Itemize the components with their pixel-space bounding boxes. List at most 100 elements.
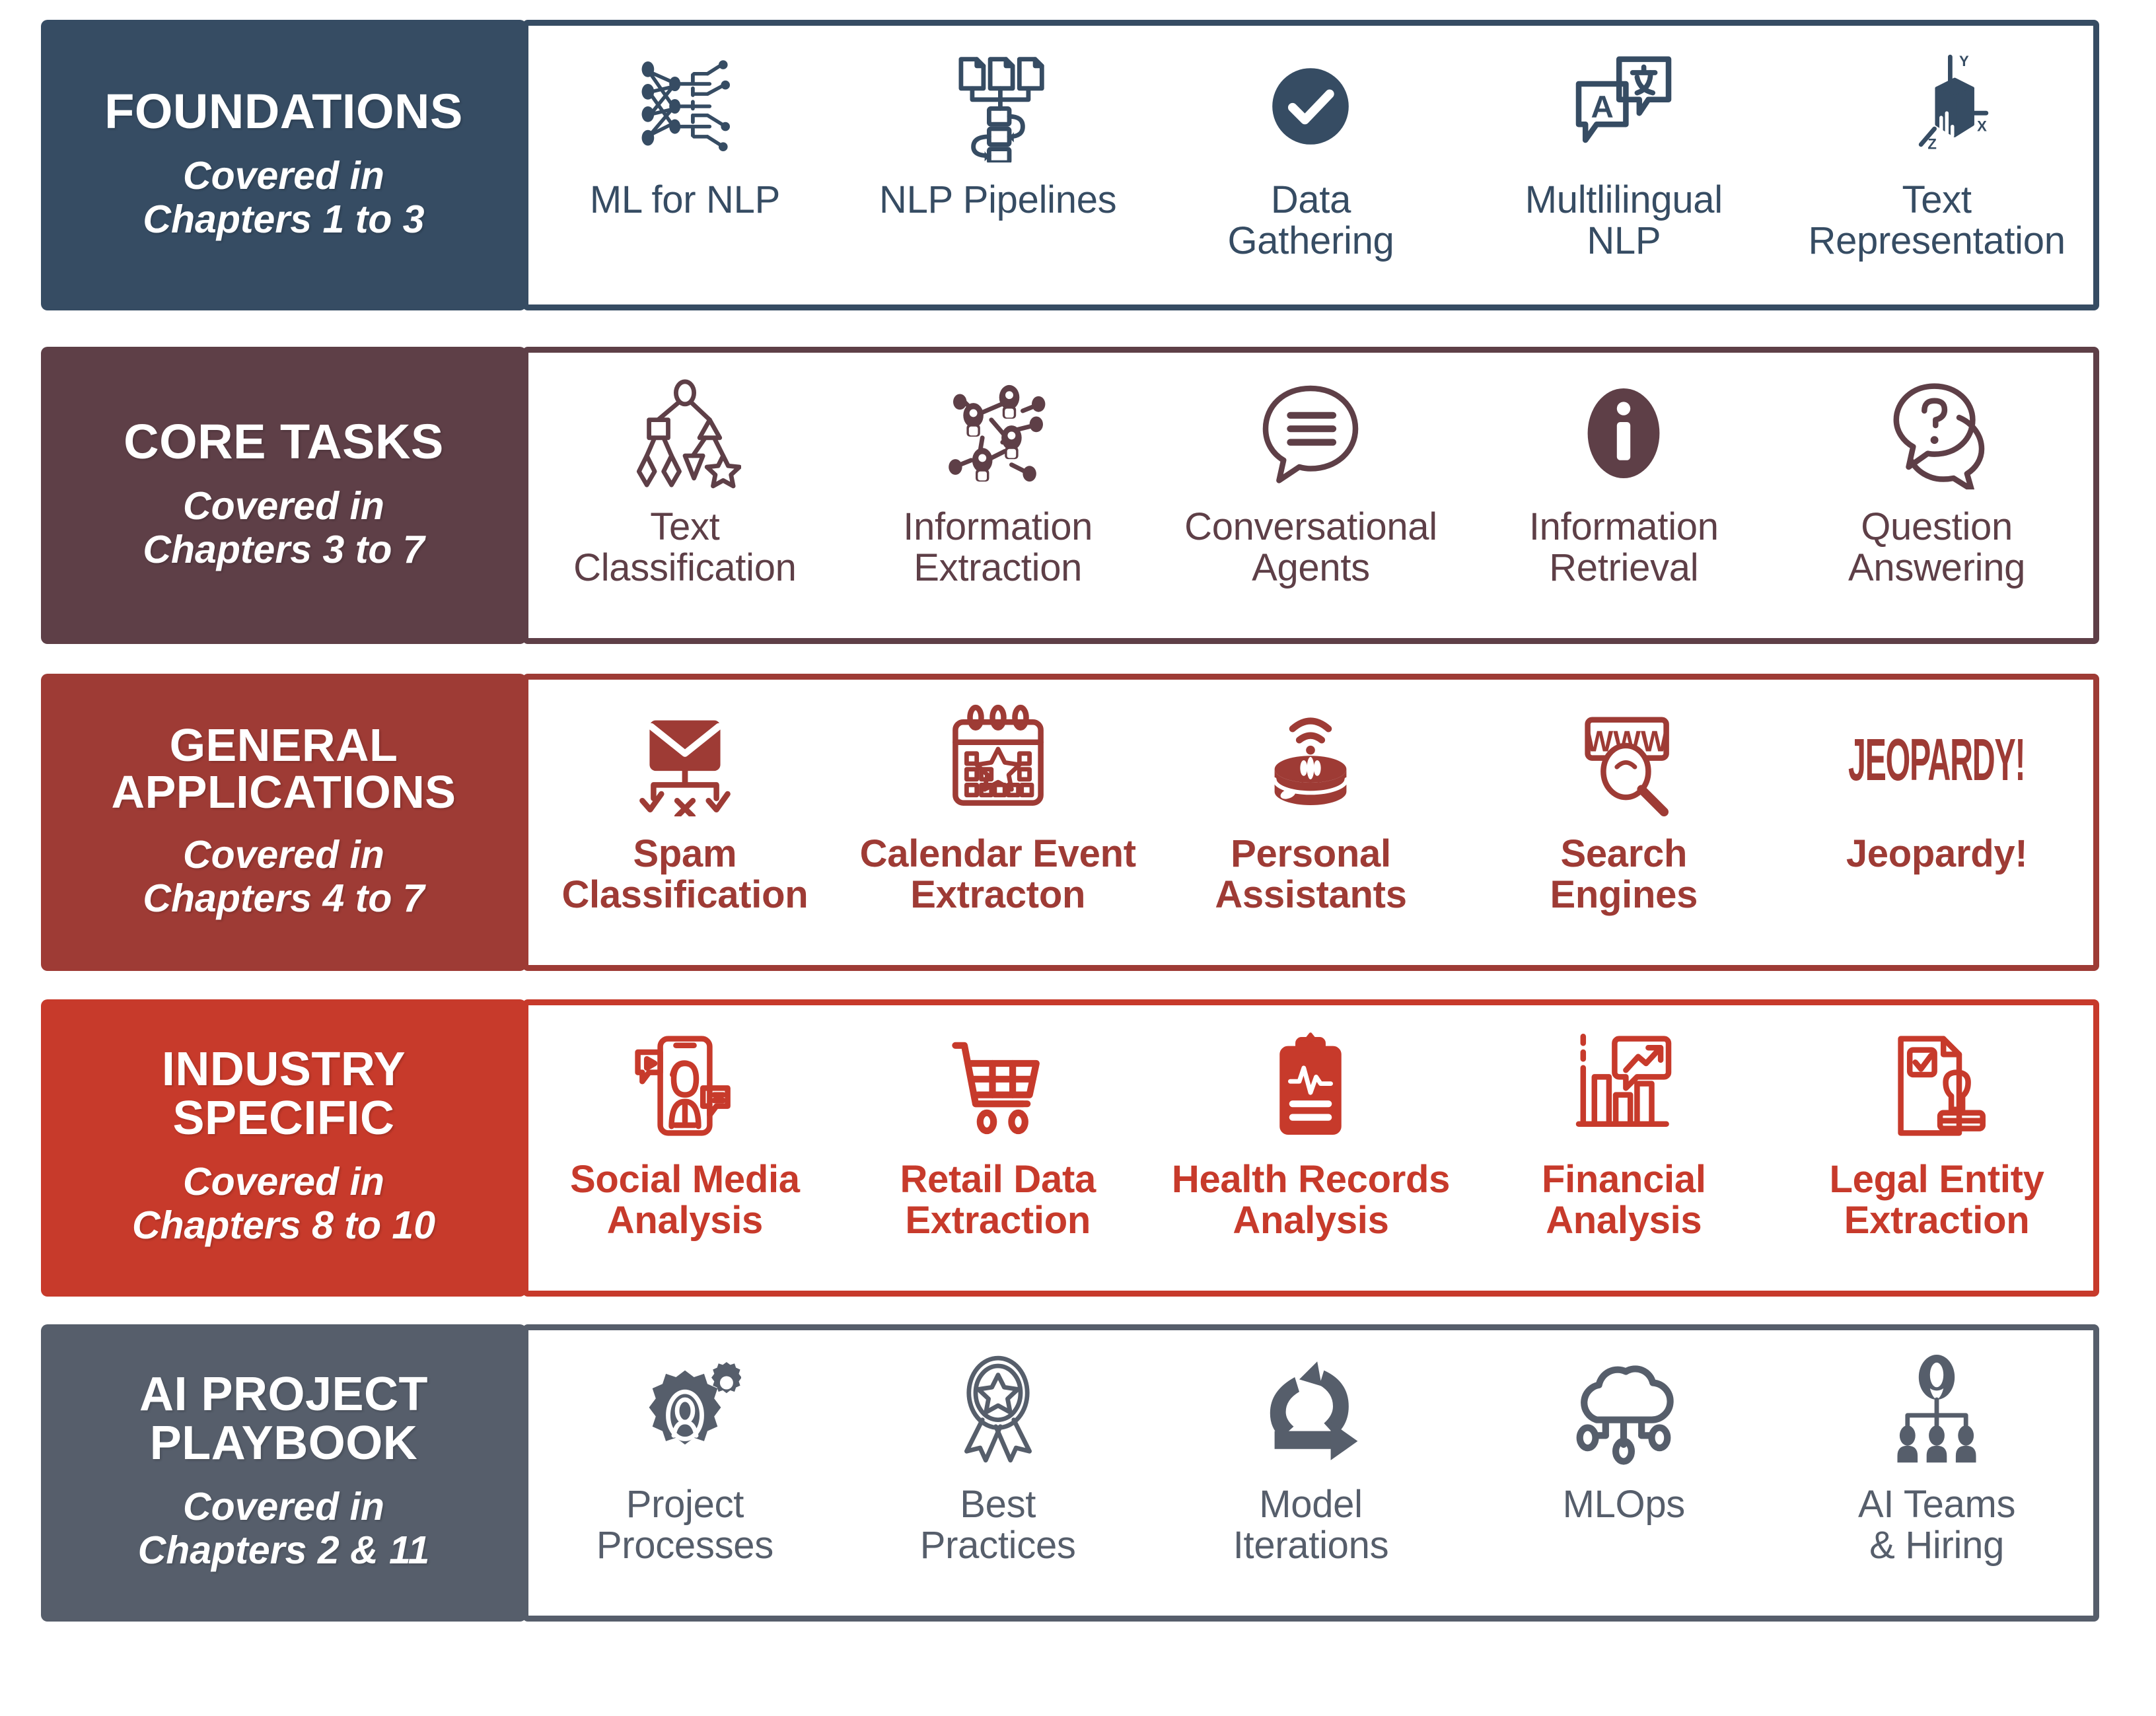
topic-cell[interactable]: Information Retrieval	[1467, 353, 1780, 638]
band-subtitle-line1: Covered in	[183, 483, 384, 528]
www-magnifier-icon: WWW	[1567, 689, 1680, 831]
topic-cell[interactable]: Legal Entity Extraction	[1780, 1005, 2093, 1291]
band-header-general-applications: GENERAL APPLICATIONS Covered in Chapters 4…	[41, 674, 526, 971]
band-subtitle-line2: Chapters 2 & 11	[137, 1528, 430, 1573]
topic-cell[interactable]: Calendar Event Extracton	[842, 680, 1155, 965]
band-title: CORE TASKS	[124, 414, 444, 470]
topic-label: Text Representation	[1808, 178, 2066, 263]
topic-cell[interactable]: Best Practices	[842, 1330, 1155, 1616]
band-subtitle-line2: Chapters 8 to 10	[131, 1203, 436, 1248]
band-card-foundations: ML for NLP NLP Pipelines Data Gathering …	[522, 20, 2099, 310]
band-header-foundations: FOUNDATIONS Covered in Chapters 1 to 3	[41, 20, 526, 310]
topic-cell[interactable]: Question Answering	[1780, 353, 2093, 638]
topic-cell[interactable]: WWW Search Engines	[1467, 680, 1780, 965]
band-subtitle-line2: Chapters 4 to 7	[143, 876, 425, 921]
band-card-general-applications: Spam Classification Calendar Event Extra…	[522, 674, 2099, 971]
topic-label: Retail Data Extraction	[900, 1158, 1096, 1242]
topic-cell[interactable]: Financial Analysis	[1467, 1005, 1780, 1291]
document-stamp-icon	[1881, 1015, 1993, 1157]
pipeline-flowchart-icon	[942, 35, 1054, 177]
band-subtitle-line1: Covered in	[183, 833, 384, 877]
band-title: INDUSTRY SPECIFIC	[161, 1043, 406, 1145]
band-subtitle: Covered in Chapters 1 to 3	[143, 154, 424, 241]
band-subtitle: Covered in Chapters 4 to 7	[143, 833, 424, 920]
bar-chart-trend-icon	[1567, 1015, 1680, 1157]
topic-label: Jeopardy!	[1846, 832, 2028, 875]
topic-cell[interactable]: Text Classification	[528, 353, 842, 638]
topic-label: Text Classification	[573, 505, 797, 590]
diagram-canvas: FOUNDATIONS Covered in Chapters 1 to 3 ML …	[0, 0, 2156, 1716]
award-ribbon-icon	[942, 1340, 1054, 1482]
topic-label: Model Iterations	[1233, 1483, 1389, 1567]
topic-label: AI Teams & Hiring	[1857, 1483, 2016, 1567]
topic-label: NLP Pipelines	[879, 178, 1117, 221]
band-card-industry-specific: Social Media Analysis Retail Data Extrac…	[522, 999, 2099, 1297]
topic-label: Health Records Analysis	[1171, 1158, 1451, 1242]
svg-text:Z: Z	[1927, 135, 1937, 152]
topic-label: Calendar Event Extracton	[859, 832, 1136, 917]
band-subtitle: Covered in Chapters 3 to 7	[143, 484, 424, 571]
topic-cell[interactable]: Personal Assistants	[1155, 680, 1468, 965]
topic-label: MLOps	[1562, 1483, 1686, 1526]
cloud-nodes-icon	[1567, 1340, 1680, 1482]
entity-network-icon	[942, 362, 1054, 504]
gear-target-icon	[629, 1340, 741, 1482]
topic-label: Information Retrieval	[1528, 505, 1719, 590]
topic-label: Best Practices	[919, 1483, 1076, 1567]
band-subtitle-line1: Covered in	[183, 1160, 384, 1204]
topic-label: Conversational Agents	[1184, 505, 1437, 590]
org-chart-people-icon	[1881, 1340, 1993, 1482]
band-subtitle-line1: Covered in	[183, 1485, 384, 1529]
jeopardy-wordmark-icon: JEOPARDY!	[1794, 689, 2079, 831]
topic-cell[interactable]: Retail Data Extraction	[842, 1005, 1155, 1291]
topic-cell[interactable]: ML for NLP	[528, 26, 842, 304]
topic-cell[interactable]: Social Media Analysis	[528, 1005, 842, 1291]
band-subtitle-line2: Chapters 1 to 3	[143, 197, 425, 241]
band-card-ai-project-playbook: Project Processes Best Practices Model I…	[522, 1324, 2099, 1622]
vector-cube-axes-icon: Y X Z	[1881, 35, 1993, 177]
topic-label: ML for NLP	[589, 178, 780, 221]
topic-cell[interactable]: JEOPARDY! Jeopardy!	[1780, 680, 2093, 965]
band-title: AI PROJECT PLAYBOOK	[139, 1368, 429, 1470]
topic-cell[interactable]: Model Iterations	[1155, 1330, 1468, 1616]
topic-label: Spam Classification	[561, 832, 808, 917]
shopping-cart-icon	[942, 1015, 1054, 1157]
band-title: GENERAL APPLICATIONS	[111, 719, 456, 818]
topic-cell[interactable]: Project Processes	[528, 1330, 842, 1616]
topic-cell[interactable]: Spam Classification	[528, 680, 842, 965]
clipboard-pulse-icon	[1254, 1015, 1367, 1157]
topic-label: Information Extraction	[903, 505, 1093, 590]
band-ai-project-playbook: AI PROJECT PLAYBOOK Covered in Chapters 2 …	[41, 1324, 2099, 1622]
band-header-ai-project-playbook: AI PROJECT PLAYBOOK Covered in Chapters 2 …	[41, 1324, 526, 1622]
topic-label: Project Processes	[596, 1483, 773, 1567]
calendar-star-icon	[942, 689, 1054, 831]
band-subtitle: Covered in Chapters 8 to 10	[132, 1160, 435, 1247]
topic-cell[interactable]: NLP Pipelines	[842, 26, 1155, 304]
topic-cell[interactable]: A Multlilingual NLP	[1467, 26, 1780, 304]
band-subtitle: Covered in Chapters 2 & 11	[138, 1485, 430, 1572]
topic-cell[interactable]: Y X Z Text Representation	[1780, 26, 2093, 304]
svg-text:Y: Y	[1959, 52, 1969, 69]
topic-label: Personal Assistants	[1215, 832, 1407, 917]
svg-text:A: A	[1591, 90, 1614, 125]
band-header-industry-specific: INDUSTRY SPECIFIC Covered in Chapters 8 to…	[41, 999, 526, 1297]
topic-label: Social Media Analysis	[570, 1158, 800, 1242]
topic-label: Data Gathering	[1227, 178, 1394, 263]
band-card-core-tasks: Text Classification Information Extracti…	[522, 347, 2099, 644]
topic-cell[interactable]: AI Teams & Hiring	[1780, 1330, 2093, 1616]
band-industry-specific: INDUSTRY SPECIFIC Covered in Chapters 8 to…	[41, 999, 2099, 1297]
check-circle-icon	[1254, 35, 1367, 177]
svg-text:X: X	[1977, 118, 1987, 134]
topic-cell[interactable]: Data Gathering	[1155, 26, 1468, 304]
topic-label: Legal Entity Extraction	[1829, 1158, 2044, 1242]
topic-cell[interactable]: Information Extraction	[842, 353, 1155, 638]
topic-label: Search Engines	[1550, 832, 1698, 917]
topic-cell[interactable]: Conversational Agents	[1155, 353, 1468, 638]
neural-network-icon	[629, 35, 741, 177]
smart-speaker-wifi-icon	[1254, 689, 1367, 831]
topic-cell[interactable]: MLOps	[1467, 1330, 1780, 1616]
topic-cell[interactable]: Health Records Analysis	[1155, 1005, 1468, 1291]
envelope-sort-icon	[629, 689, 741, 831]
chat-bubble-lines-icon	[1254, 362, 1367, 504]
band-header-core-tasks: CORE TASKS Covered in Chapters 3 to 7	[41, 347, 526, 644]
